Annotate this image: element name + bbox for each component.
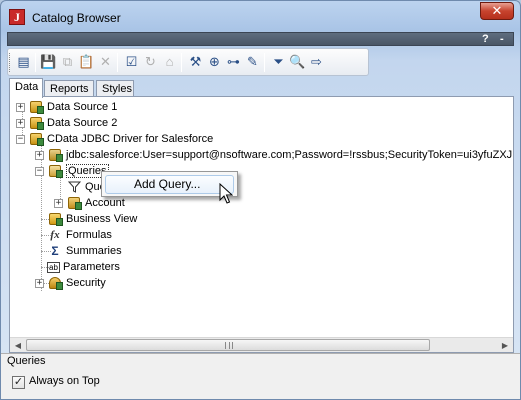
always-on-top-checkbox[interactable]: ✓ (12, 376, 25, 389)
tree-node-label: Account (85, 197, 125, 209)
horizontal-scrollbar[interactable]: ◀ ▶ (10, 337, 513, 352)
query-filter-icon (66, 180, 82, 194)
toolbar-separator (117, 53, 118, 72)
save-icon[interactable]: 💾 (39, 52, 58, 72)
dock-caption-bar: ? - (7, 32, 514, 46)
tree-pane: + Data Source 1 + Data Source 2 − CData … (9, 96, 514, 353)
export-icon[interactable]: ⇨ (307, 52, 326, 72)
add-query-menu-item[interactable]: Add Query... (105, 175, 234, 194)
tree-node-label: Summaries (66, 245, 122, 257)
catalog-icon[interactable]: ▤ (14, 52, 33, 72)
expand-icon[interactable]: + (16, 118, 25, 128)
scrollbar-thumb[interactable] (26, 339, 430, 351)
mouse-cursor-icon (219, 183, 233, 204)
copy-icon[interactable]: ⧉ (58, 52, 77, 72)
catalog-browser-window: J Catalog Browser ✕ ? - ▤ 💾 ⧉ 📋 ✕ ☑ ↻ ⌂ ⚒ ⊕ ⊶ ✎ ⏷ 🔍 ⇨ … (0, 0, 521, 400)
properties-icon[interactable]: ☑ (122, 52, 141, 72)
scroll-right-icon[interactable]: ▶ (497, 338, 513, 353)
tree-node-data-source-1[interactable]: + Data Source 1 (16, 99, 117, 115)
connection-icon (47, 148, 63, 162)
toolbar-separator (181, 53, 182, 72)
tab-styles[interactable]: Styles (96, 80, 134, 97)
tab-data[interactable]: Data (9, 78, 43, 98)
queries-folder-icon (47, 164, 63, 178)
paste-icon[interactable]: 📋 (77, 52, 96, 72)
tree-node-label: CData JDBC Driver for Salesforce (47, 133, 214, 145)
expand-icon[interactable]: + (35, 278, 44, 288)
options-bar: ✓ Always on Top (1, 369, 520, 399)
add-datasource-icon[interactable]: ⊕ (205, 52, 224, 72)
close-button[interactable]: ✕ (480, 2, 514, 20)
find-icon[interactable]: 🔍 (288, 52, 307, 72)
tree-node-account[interactable]: + Account (54, 195, 125, 211)
tree-node-data-source-2[interactable]: + Data Source 2 (16, 115, 117, 131)
formula-icon: fx (50, 229, 60, 241)
toolbar: ▤ 💾 ⧉ 📋 ✕ ☑ ↻ ⌂ ⚒ ⊕ ⊶ ✎ ⏷ 🔍 ⇨ (7, 48, 369, 76)
catalog-tree[interactable]: + Data Source 1 + Data Source 2 − CData … (10, 97, 513, 337)
app-icon: J (9, 9, 25, 25)
toolbar-separator (264, 53, 265, 72)
edit-icon[interactable]: ✎ (243, 52, 262, 72)
sigma-icon: Σ (51, 244, 59, 258)
tree-node-parameters[interactable]: ab Parameters (47, 259, 120, 275)
toolbar-grip[interactable] (9, 53, 11, 72)
tree-node-label: Formulas (66, 229, 112, 241)
business-view-icon (47, 212, 63, 226)
tree-node-business-view[interactable]: Business View (47, 211, 137, 227)
collapse-icon[interactable]: − (35, 166, 44, 176)
tree-node-label: Security (66, 277, 106, 289)
tree-node-queries[interactable]: − Queries (35, 163, 109, 179)
tree-node-formulas[interactable]: fx Formulas (47, 227, 112, 243)
tree-node-label: jdbc:salesforce:User=support@nsoftware.c… (66, 149, 513, 161)
window-title: Catalog Browser (32, 11, 121, 25)
database-icon (28, 116, 44, 130)
pin-icon[interactable]: - (500, 33, 504, 45)
always-on-top-label[interactable]: Always on Top (29, 375, 100, 387)
context-menu: Add Query... (101, 171, 238, 197)
home-icon[interactable]: ⌂ (160, 52, 179, 72)
refresh-icon[interactable]: ↻ (141, 52, 160, 72)
tree-node-label: Data Source 2 (47, 117, 118, 129)
tree-node-query[interactable]: Que (66, 179, 106, 195)
tree-node-summaries[interactable]: Σ Summaries (47, 243, 122, 259)
tree-node-security[interactable]: + Security (35, 275, 106, 291)
tree-node-label: Parameters (63, 261, 120, 273)
tools-icon[interactable]: ⚒ (186, 52, 205, 72)
expand-icon[interactable]: + (35, 150, 44, 160)
expand-icon[interactable]: + (16, 102, 25, 112)
delete-icon[interactable]: ✕ (96, 52, 115, 72)
table-icon (66, 196, 82, 210)
tree-node-cdata-jdbc-driver[interactable]: − CData JDBC Driver for Salesforce (16, 131, 213, 147)
filter-icon[interactable]: ⏷ (269, 52, 288, 72)
database-icon (28, 132, 44, 146)
help-icon[interactable]: ? (482, 33, 489, 45)
expand-icon[interactable]: + (54, 198, 63, 208)
parameter-icon: ab (47, 261, 60, 273)
toolbar-separator (35, 53, 36, 72)
scroll-left-icon[interactable]: ◀ (10, 338, 26, 353)
collapse-icon[interactable]: − (16, 134, 25, 144)
tree-node-label: Business View (66, 213, 138, 225)
status-bar: Queries (1, 353, 520, 369)
security-icon (47, 276, 63, 290)
tab-reports[interactable]: Reports (44, 80, 94, 97)
link-icon[interactable]: ⊶ (224, 52, 243, 72)
title-bar[interactable]: J Catalog Browser ✕ (1, 1, 520, 33)
database-icon (28, 100, 44, 114)
tree-node-jdbc-connection[interactable]: + jdbc:salesforce:User=support@nsoftware… (35, 147, 513, 163)
tree-node-label: Data Source 1 (47, 101, 118, 113)
